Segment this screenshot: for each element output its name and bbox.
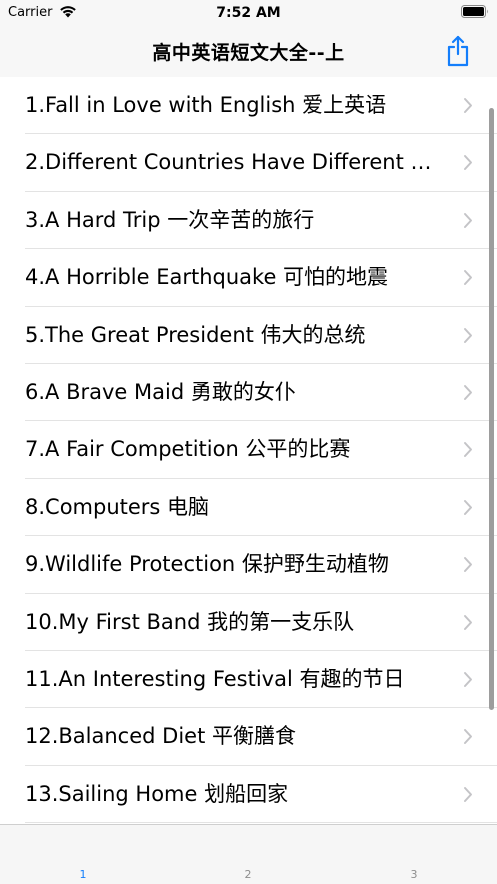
list-item[interactable]: 7.A Fair Competition 公平的比赛 (0, 421, 497, 480)
list-item-label: 7.A Fair Competition 公平的比赛 (25, 437, 351, 462)
list-item[interactable]: 1.Fall in Love with English 爱上英语 (0, 77, 497, 135)
list-item-label: 6.A Brave Maid 勇敢的女仆 (25, 379, 296, 404)
list-item[interactable]: 5.The Great President 伟大的总统 (0, 307, 497, 365)
list-item-label: 5.The Great President 伟大的总统 (25, 322, 366, 347)
list-item-label: 2.Different Countries Have Different Ki.… (25, 150, 442, 175)
list-item-label: 9.Wildlife Protection 保护野生动植物 (25, 552, 389, 577)
list-item-label: 3.A Hard Trip 一次辛苦的旅行 (25, 207, 315, 232)
status-bar: Carrier 7:52 AM (0, 0, 497, 26)
navigation-bar: 高中英语短文大全--上 (0, 26, 497, 79)
chevron-right-icon (464, 442, 472, 458)
chevron-right-icon (464, 729, 472, 745)
status-time: 7:52 AM (216, 5, 281, 21)
chevron-right-icon (464, 499, 472, 515)
list-item-label: 1.Fall in Love with English 爱上英语 (25, 93, 387, 117)
page-title: 高中英语短文大全--上 (152, 42, 345, 64)
list-item[interactable]: 10.My First Band 我的第一支乐队 (0, 594, 497, 652)
scrollbar[interactable] (489, 108, 494, 710)
list-item-label: 11.An Interesting Festival 有趣的节日 (25, 666, 405, 691)
tab-bar: 1 2 3 (0, 824, 497, 884)
share-button[interactable] (445, 35, 471, 67)
article-list: 1.Fall in Love with English 爱上英语 2.Diffe… (0, 77, 497, 824)
chevron-right-icon (464, 327, 472, 343)
chevron-right-icon (464, 671, 472, 687)
tab-1[interactable]: 1 (63, 868, 103, 881)
list-item-label: 12.Balanced Diet 平衡膳食 (25, 724, 296, 749)
share-icon (447, 35, 469, 67)
list-item-label: 10.My First Band 我的第一支乐队 (25, 609, 355, 634)
list-item-label: 8.Computers 电脑 (25, 494, 210, 519)
chevron-right-icon (464, 270, 472, 286)
list-item-label: 4.A Horrible Earthquake 可怕的地震 (25, 265, 389, 290)
chevron-right-icon (464, 98, 472, 113)
list-item[interactable]: 12.Balanced Diet 平衡膳食 (0, 708, 497, 767)
chevron-right-icon (464, 155, 472, 171)
chevron-right-icon (464, 614, 472, 630)
chevron-right-icon (464, 786, 472, 802)
list-item[interactable]: 6.A Brave Maid 勇敢的女仆 (0, 364, 497, 422)
list-item[interactable]: 3.A Hard Trip 一次辛苦的旅行 (0, 192, 497, 250)
chevron-right-icon (464, 212, 472, 228)
list-item[interactable]: 11.An Interesting Festival 有趣的节日 (0, 651, 497, 709)
tab-3[interactable]: 3 (394, 868, 434, 881)
list-item[interactable]: 4.A Horrible Earthquake 可怕的地震 (0, 249, 497, 307)
tab-2[interactable]: 2 (228, 868, 268, 881)
list-item[interactable]: 9.Wildlife Protection 保护野生动植物 (0, 536, 497, 594)
battery-icon (461, 5, 488, 18)
list-item[interactable]: 2.Different Countries Have Different Ki.… (0, 134, 497, 193)
chevron-right-icon (464, 557, 472, 573)
chevron-right-icon (464, 384, 472, 400)
list-item[interactable]: 8.Computers 电脑 (0, 479, 497, 537)
list-item[interactable]: 13.Sailing Home 划船回家 (0, 766, 497, 824)
list-item-label: 13.Sailing Home 划船回家 (25, 781, 289, 806)
